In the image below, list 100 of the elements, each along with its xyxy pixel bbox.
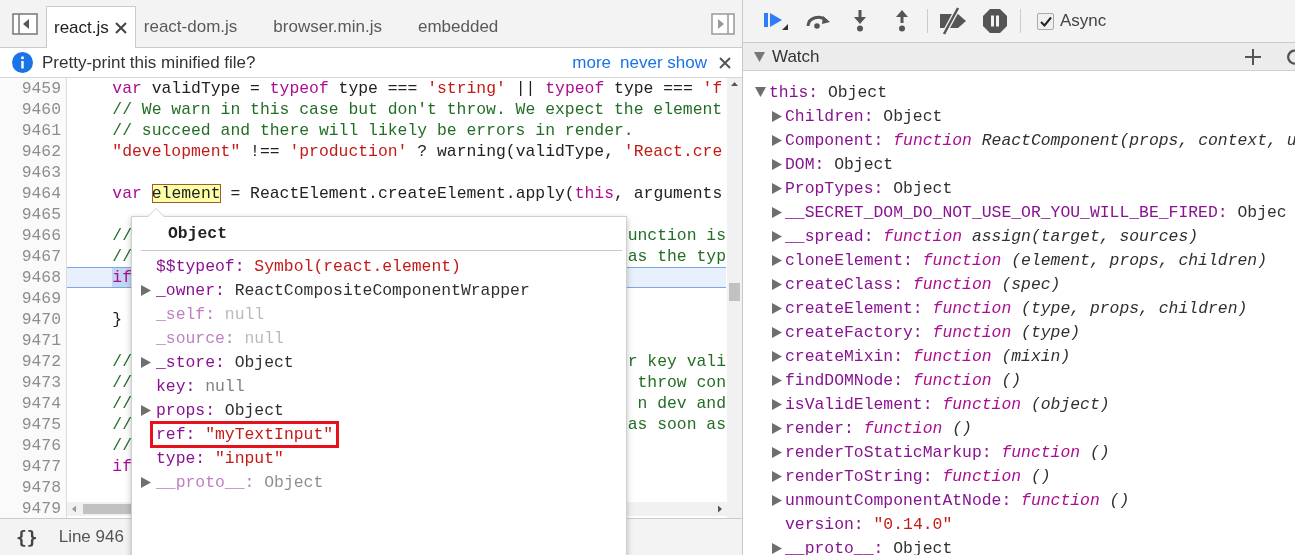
- close-icon[interactable]: [719, 56, 731, 69]
- line-number: 9479: [20, 498, 62, 518]
- watch-entry: cloneElement: function (element, props, children): [785, 250, 1267, 270]
- refresh-icon[interactable]: [1285, 47, 1295, 66]
- line-number: 9467: [20, 246, 62, 267]
- cursor-position: Line 946: [58, 527, 124, 547]
- property-entry: ref: "myTextInput": [150, 420, 340, 448]
- code-fragment: unction is: [627, 225, 726, 246]
- code-fragment: r key vali: [627, 351, 726, 372]
- property-entry: _owner: ReactCompositeComponentWrapper: [156, 280, 530, 300]
- expand-triangle-icon[interactable]: [772, 302, 782, 314]
- property-entry: _store: Object: [156, 352, 294, 372]
- code-line: //: [111, 225, 133, 246]
- deactivate-breakpoints-icon[interactable]: [938, 7, 968, 35]
- close-icon[interactable]: [114, 21, 127, 34]
- code-line: // succeed and there will likely be errors in render.: [111, 120, 634, 141]
- expand-triangle-icon[interactable]: [772, 326, 782, 338]
- watch-entry: createFactory: function (type): [785, 322, 1081, 342]
- line-number: 9461: [20, 120, 62, 141]
- line-number: 9472: [20, 351, 62, 372]
- line-number: 9473: [20, 372, 62, 393]
- collapse-triangle-icon[interactable]: [754, 51, 765, 62]
- info-icon: [12, 52, 33, 73]
- expand-triangle-icon[interactable]: [772, 470, 782, 482]
- file-tab[interactable]: react-dom.js: [135, 6, 266, 47]
- expand-triangle-icon[interactable]: [772, 110, 782, 122]
- expand-triangle-icon[interactable]: [772, 422, 782, 434]
- file-tab[interactable]: embedded: [409, 6, 527, 47]
- expand-triangle-icon[interactable]: [772, 134, 782, 146]
- line-number: 9460: [20, 99, 62, 120]
- watch-entry: PropTypes: Object: [785, 178, 953, 198]
- expand-triangle-icon[interactable]: [772, 350, 782, 362]
- line-number: 9468: [20, 267, 62, 288]
- expand-triangle-icon[interactable]: [772, 398, 782, 410]
- watch-entry: createMixin: function (mixin): [785, 346, 1071, 366]
- expand-triangle-icon[interactable]: [772, 182, 782, 194]
- watch-entry: __spread: function assign(target, sources): [785, 226, 1199, 246]
- file-tab[interactable]: browser.min.js: [265, 6, 410, 47]
- prompt-link[interactable]: more: [572, 52, 612, 73]
- step-into-icon[interactable]: [853, 10, 867, 32]
- code-fragment: throw con: [637, 372, 726, 393]
- expand-triangle-icon[interactable]: [141, 284, 151, 296]
- watch-entry: Children: Object: [785, 106, 943, 126]
- prompt-link[interactable]: never show: [620, 52, 707, 73]
- expand-triangle-icon[interactable]: [772, 278, 782, 290]
- show-navigator-icon[interactable]: [12, 13, 38, 35]
- expand-triangle-icon[interactable]: [772, 494, 782, 506]
- code-line: }: [111, 309, 123, 330]
- line-number: 9463: [20, 162, 62, 183]
- expand-triangle-icon[interactable]: [141, 404, 151, 416]
- expand-triangle-icon[interactable]: [772, 542, 782, 554]
- watch-entry: __proto__: Object: [785, 538, 953, 555]
- show-debugger-icon[interactable]: [711, 13, 735, 35]
- property-entry: props: Object: [156, 400, 284, 420]
- watch-entry: version: "0.14.0": [785, 514, 953, 534]
- property-entry: key: null: [156, 376, 245, 396]
- scrollbar-thumb[interactable]: [729, 283, 740, 301]
- pause-on-exceptions-icon[interactable]: [983, 9, 1007, 33]
- expand-triangle-icon[interactable]: [772, 158, 782, 170]
- property-entry: _self: null: [156, 304, 265, 324]
- pretty-print-button[interactable]: {}: [16, 526, 38, 548]
- expand-triangle-icon[interactable]: [772, 230, 782, 242]
- line-number: 9476: [20, 435, 62, 456]
- async-checkbox[interactable]: Async: [1037, 11, 1107, 31]
- line-number: 9462: [20, 141, 62, 162]
- collapse-triangle-icon[interactable]: [755, 87, 766, 97]
- code-fragment: as soon as: [627, 414, 726, 435]
- expand-triangle-icon[interactable]: [772, 206, 782, 218]
- watch-entry: unmountComponentAtNode: function (): [785, 490, 1130, 510]
- expand-triangle-icon[interactable]: [141, 476, 151, 488]
- expand-triangle-icon[interactable]: [772, 446, 782, 458]
- code-line: //: [111, 393, 133, 414]
- file-tab[interactable]: react.js: [46, 6, 136, 48]
- code-line: //: [111, 414, 133, 435]
- watch-entry: Component: function ReactComponent(props, context, u: [785, 130, 1295, 150]
- code-line: var element = ReactElement.createElement.apply(this, arguments: [111, 183, 723, 204]
- code-line: if: [111, 456, 133, 477]
- step-over-icon[interactable]: [805, 13, 831, 29]
- line-number: 9475: [20, 414, 62, 435]
- property-entry: __proto__: Object: [156, 472, 324, 492]
- resume-icon[interactable]: [763, 11, 789, 31]
- watch-entry: renderToStaticMarkup: function (): [785, 442, 1110, 462]
- expand-triangle-icon[interactable]: [141, 356, 151, 368]
- step-out-icon[interactable]: [895, 10, 909, 32]
- line-number: 9469: [20, 288, 62, 309]
- vertical-scrollbar[interactable]: [727, 78, 742, 518]
- watch-entry: createClass: function (spec): [785, 274, 1061, 294]
- add-icon[interactable]: [1245, 48, 1261, 65]
- property-entry: _source: null: [156, 328, 284, 348]
- expand-triangle-icon[interactable]: [772, 374, 782, 386]
- prompt-message: Pretty-print this minified file?: [42, 52, 257, 73]
- code-line: //: [111, 435, 133, 456]
- popover-title: Object: [141, 217, 622, 251]
- watch-section-header[interactable]: Watch: [743, 43, 1295, 71]
- expand-triangle-icon[interactable]: [772, 254, 782, 266]
- line-number: 9466: [20, 225, 62, 246]
- watch-entry: DOM: Object: [785, 154, 894, 174]
- code-line: //: [111, 246, 133, 267]
- watch-entry: render: function (): [785, 418, 972, 438]
- line-number: 9477: [20, 456, 62, 477]
